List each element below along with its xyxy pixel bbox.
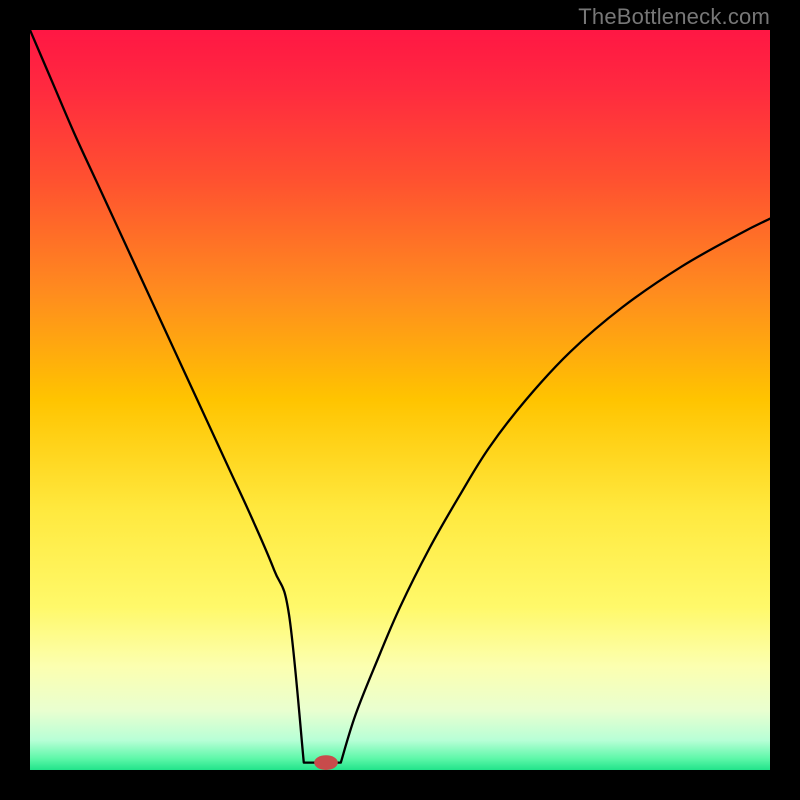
plot-area (30, 30, 770, 770)
outer-frame: TheBottleneck.com (0, 0, 800, 800)
gradient-background (30, 30, 770, 770)
chart-svg (30, 30, 770, 770)
optimum-marker (314, 755, 338, 770)
watermark-text: TheBottleneck.com (578, 4, 770, 30)
